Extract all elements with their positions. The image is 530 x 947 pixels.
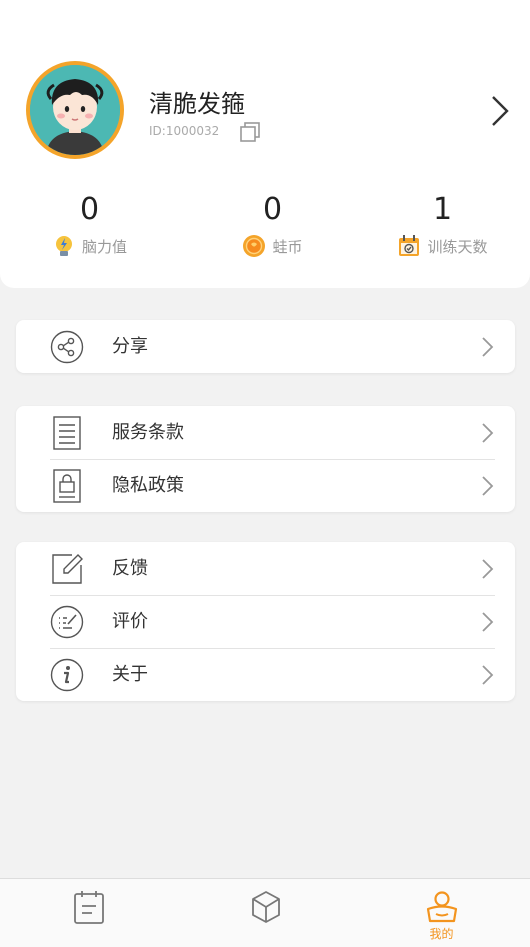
user-id: ID:1000032 (149, 124, 220, 138)
chevron-right-icon (482, 423, 494, 443)
menu-label: 反馈 (112, 558, 148, 579)
chevron-right-icon (482, 337, 494, 357)
stat-value: 1 (432, 192, 453, 227)
chevron-right-icon[interactable] (489, 94, 511, 128)
calendar-icon (399, 235, 420, 256)
stat-value: 0 (79, 192, 100, 227)
avatar[interactable] (26, 61, 124, 159)
privacy-lock-icon (53, 469, 81, 503)
stat-label: 蛙币 (272, 237, 303, 256)
user-icon (426, 891, 457, 923)
stat-value: 0 (262, 192, 283, 227)
lightbulb-icon (55, 236, 72, 256)
chevron-right-icon (482, 665, 494, 685)
menu-item-feedback[interactable]: 反馈 (16, 542, 515, 595)
tab-mine[interactable]: 我的 (353, 879, 530, 947)
menu-label: 关于 (112, 664, 148, 685)
menu-label: 分享 (112, 336, 148, 357)
stat-brainpower[interactable]: 0 脑力值 (1, 192, 178, 258)
stat-label: 训练天数 (427, 237, 488, 256)
info-icon (50, 658, 84, 692)
menu-card-about: 反馈 评价 关于 (16, 542, 515, 701)
username: 清脆发箍 (149, 90, 245, 118)
tab-label: 我的 (429, 927, 454, 941)
menu-card-share: 分享 (16, 320, 515, 373)
menu-item-about[interactable]: 关于 (16, 648, 515, 701)
menu-item-share[interactable]: 分享 (16, 320, 515, 373)
share-icon (50, 330, 84, 364)
chevron-right-icon (482, 476, 494, 496)
copy-icon[interactable] (238, 120, 262, 144)
tab-training[interactable] (0, 879, 177, 947)
avatar-image (30, 65, 120, 155)
clipboard-icon (73, 891, 104, 924)
rate-icon (50, 605, 84, 639)
edit-icon (52, 554, 83, 584)
tab-explore[interactable] (177, 879, 354, 947)
menu-item-rate[interactable]: 评价 (16, 595, 515, 648)
stat-training-days[interactable]: 1 训练天数 (354, 192, 530, 258)
menu-label: 隐私政策 (112, 475, 184, 496)
menu-item-terms[interactable]: 服务条款 (16, 406, 515, 459)
document-icon (53, 416, 81, 450)
tab-bar: 我的 (0, 878, 530, 947)
menu-label: 评价 (112, 611, 148, 632)
chevron-right-icon (482, 559, 494, 579)
profile-card: 清脆发箍 ID:1000032 0 脑力值 0 蛙币 1 训练天数 (0, 0, 530, 288)
cube-icon (251, 891, 280, 923)
coin-icon (243, 235, 266, 257)
stat-coins[interactable]: 0 蛙币 (184, 192, 361, 258)
stat-label: 脑力值 (81, 237, 127, 256)
menu-label: 服务条款 (112, 422, 184, 443)
chevron-right-icon (482, 612, 494, 632)
menu-card-legal: 服务条款 隐私政策 (16, 406, 515, 512)
menu-item-privacy[interactable]: 隐私政策 (16, 459, 515, 512)
